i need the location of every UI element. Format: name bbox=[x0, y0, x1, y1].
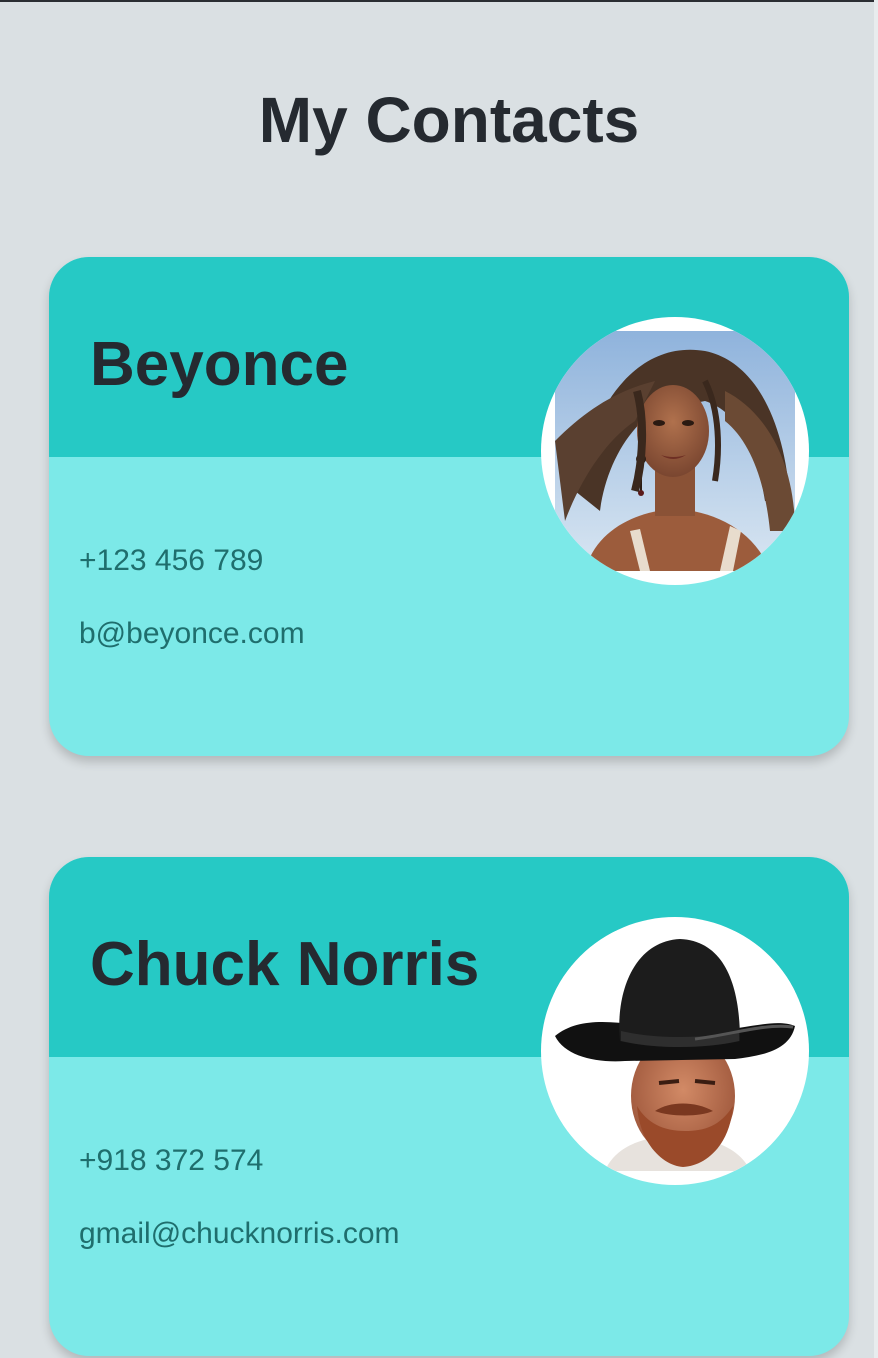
contact-name: Chuck Norris bbox=[90, 930, 480, 999]
scrollbar-track[interactable] bbox=[874, 0, 878, 1358]
contact-card: Chuck Norris +918 372 574 gmail@chucknor… bbox=[49, 857, 849, 1356]
contact-email: gmail@chucknorris.com bbox=[79, 1217, 400, 1250]
window-top-border bbox=[0, 0, 878, 2]
chuck-norris-avatar-image bbox=[555, 931, 795, 1171]
contact-avatar bbox=[541, 917, 809, 1185]
page-title: My Contacts bbox=[258, 84, 640, 156]
beyonce-avatar-image bbox=[555, 331, 795, 571]
contact-email: b@beyonce.com bbox=[79, 617, 305, 650]
contact-phone: +918 372 574 bbox=[79, 1144, 264, 1177]
contact-name: Beyonce bbox=[90, 330, 349, 399]
contact-avatar bbox=[541, 317, 809, 585]
contact-phone: +123 456 789 bbox=[79, 544, 264, 577]
contact-card: Beyonce +123 456 789 b@beyonce.com bbox=[49, 257, 849, 756]
